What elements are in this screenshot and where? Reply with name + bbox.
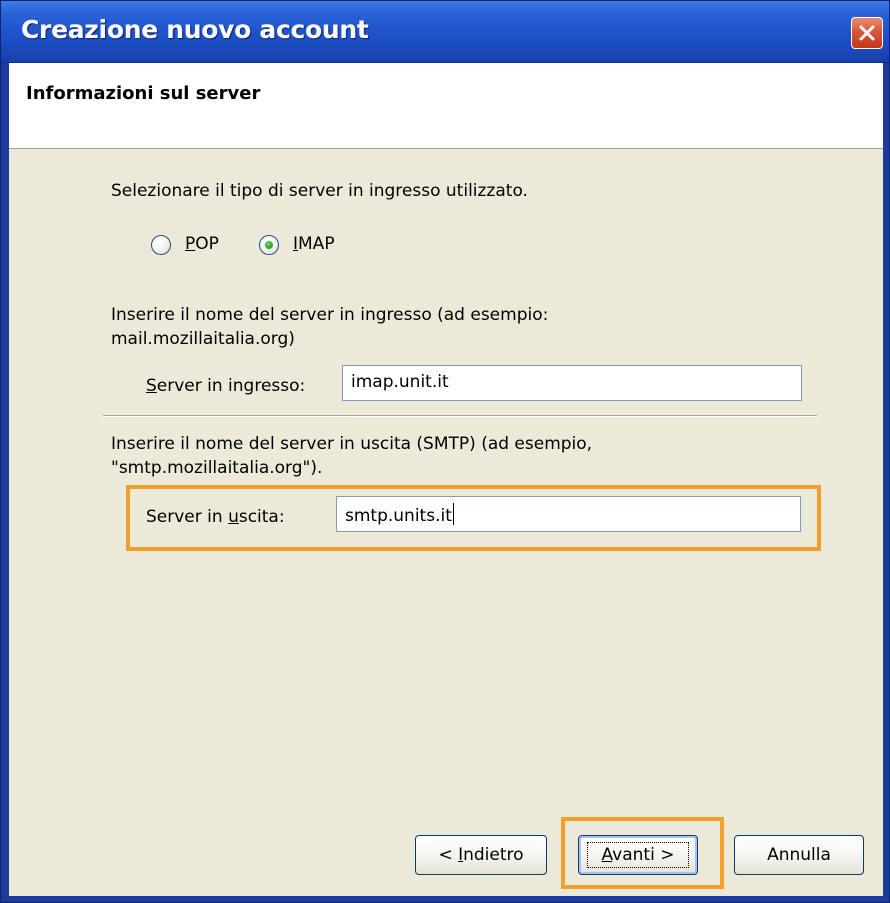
incoming-server-label: Server in ingresso: <box>146 376 305 396</box>
next-button-rest: vanti > <box>612 845 675 865</box>
section-divider <box>103 415 817 417</box>
outgoing-label-mnemonic: u <box>228 507 239 527</box>
outgoing-description-line1: Inserire il nome del server in uscita (S… <box>111 434 593 454</box>
page-title: Informazioni sul server <box>26 83 261 104</box>
cancel-button-label: Annulla <box>767 845 831 865</box>
radio-pop[interactable] <box>151 235 171 255</box>
dialog-body: Informazioni sul server Selezionare il t… <box>9 63 883 896</box>
cancel-button[interactable]: Annulla <box>734 835 864 875</box>
back-button-label: < Indietro <box>438 845 523 865</box>
close-icon <box>859 25 875 41</box>
back-button-rest: ndietro <box>463 845 524 865</box>
radio-imap[interactable] <box>259 235 279 255</box>
back-button[interactable]: < Indietro <box>415 835 547 875</box>
window-title: Creazione nuovo account <box>21 15 369 44</box>
text-cursor <box>452 503 454 525</box>
outgoing-server-label: Server in uscita: <box>146 507 285 527</box>
close-button[interactable] <box>851 17 883 49</box>
outgoing-server-input[interactable]: smtp.units.it <box>336 496 801 532</box>
next-button-mnemonic: A <box>601 845 613 865</box>
outgoing-description-line2: "smtp.mozillaitalia.org"). <box>111 458 323 478</box>
outgoing-label-before: Server in <box>146 507 229 527</box>
incoming-server-input[interactable]: imap.unit.it <box>342 365 802 401</box>
title-bar[interactable]: Creazione nuovo account <box>1 1 889 63</box>
next-button-label: Avanti > <box>602 845 675 865</box>
back-button-prefix: < <box>438 845 459 865</box>
incoming-server-value: imap.unit.it <box>351 372 449 392</box>
radio-pop-label-rest: OP <box>195 234 219 254</box>
outgoing-server-value: smtp.units.it <box>345 506 452 526</box>
wizard-header: Informazioni sul server <box>9 63 883 149</box>
dialog-window: Creazione nuovo account Informazioni sul… <box>0 0 890 903</box>
incoming-description-line1: Inserire il nome del server in ingresso … <box>111 305 549 325</box>
incoming-label-rest: erver in ingresso: <box>156 376 306 396</box>
incoming-description-line2: mail.mozillaitalia.org) <box>111 329 295 349</box>
next-button[interactable]: Avanti > <box>578 835 698 875</box>
radio-pop-mnemonic: P <box>185 234 196 254</box>
incoming-label-mnemonic: S <box>146 376 157 396</box>
server-type-prompt: Selezionare il tipo di server in ingress… <box>111 181 528 201</box>
radio-pop-label[interactable]: POP <box>185 234 219 254</box>
radio-selected-dot <box>265 241 273 249</box>
radio-imap-label[interactable]: IMAP <box>293 234 335 254</box>
radio-imap-label-rest: MAP <box>298 234 335 254</box>
outgoing-label-after: scita: <box>238 507 285 527</box>
